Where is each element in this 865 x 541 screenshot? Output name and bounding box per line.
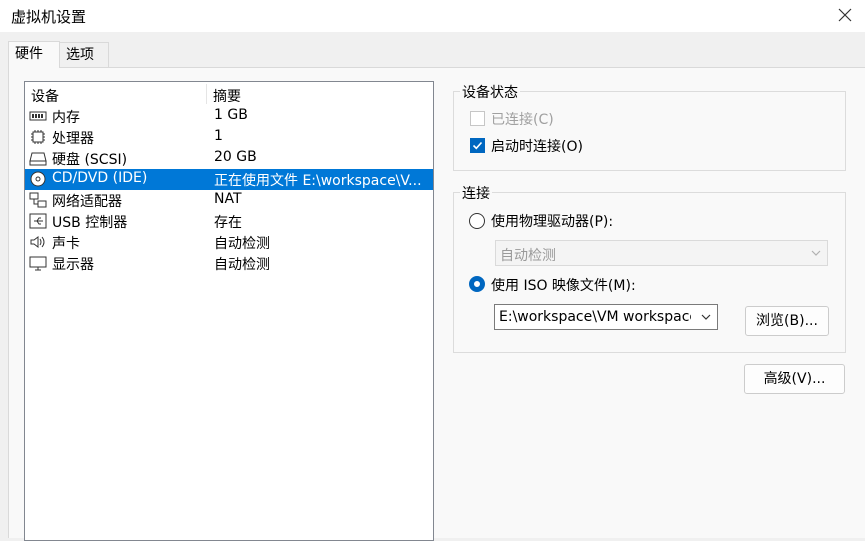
device-row-display[interactable]: 显示器 自动检测 — [25, 253, 433, 274]
tab-options-label: 选项 — [66, 47, 94, 63]
device-summary: 1 GB — [214, 107, 248, 123]
browse-button[interactable]: 浏览(B)... — [745, 306, 829, 336]
title-bar: 虚拟机设置 — [0, 0, 865, 32]
iso-path-combo[interactable]: E:\workspace\VM workspace\r — [494, 304, 718, 330]
device-list[interactable]: 设备 摘要 内存 1 GB 处理器 1 硬盘 (SCSI) 20 GB CD/D… — [24, 81, 434, 541]
column-divider[interactable] — [206, 84, 207, 104]
physical-drive-select[interactable]: 自动检测 — [495, 240, 828, 266]
connected-checkbox[interactable] — [470, 111, 485, 126]
connected-label[interactable]: 已连接(C) — [491, 109, 554, 129]
cd-dvd-icon — [30, 171, 46, 187]
device-row-cd-dvd[interactable]: CD/DVD (IDE) 正在使用文件 E:\workspace\V... — [25, 169, 433, 190]
checkmark-icon — [472, 141, 483, 150]
connect-at-power-on-label[interactable]: 启动时连接(O) — [491, 136, 583, 156]
column-header-summary[interactable]: 摘要 — [213, 86, 241, 106]
device-status-label: 设备状态 — [460, 82, 520, 102]
physical-drive-label[interactable]: 使用物理驱动器(P): — [491, 211, 613, 231]
chevron-down-icon — [701, 314, 711, 320]
physical-drive-value: 自动检测 — [500, 248, 556, 264]
chevron-down-icon — [811, 250, 821, 256]
device-name: CD/DVD (IDE) — [52, 170, 148, 186]
device-name: 网络适配器 — [52, 194, 122, 210]
device-row-sound-card[interactable]: 声卡 自动检测 — [25, 232, 433, 253]
memory-icon — [29, 111, 47, 121]
device-name: 声卡 — [52, 236, 80, 252]
hard-disk-icon — [29, 152, 47, 166]
window-title: 虚拟机设置 — [11, 8, 87, 26]
device-name: USB 控制器 — [52, 215, 128, 231]
connection-label: 连接 — [460, 183, 492, 203]
advanced-button[interactable]: 高级(V)... — [744, 364, 845, 394]
iso-path-value: E:\workspace\VM workspace\r — [499, 309, 691, 325]
device-summary: 自动检测 — [214, 257, 270, 273]
device-summary: 存在 — [214, 215, 242, 231]
device-name: 处理器 — [52, 131, 94, 147]
device-status-group: 设备状态 — [453, 82, 846, 171]
device-summary: 正在使用文件 E:\workspace\V... — [214, 173, 422, 189]
device-summary: 自动检测 — [214, 236, 270, 252]
tab-hardware[interactable]: 硬件 — [8, 41, 60, 68]
processor-icon — [31, 130, 45, 144]
sound-card-icon — [30, 236, 45, 248]
device-summary: NAT — [214, 191, 242, 207]
device-name: 硬盘 (SCSI) — [52, 152, 128, 168]
network-adapter-icon — [29, 192, 47, 208]
device-summary: 1 — [214, 128, 223, 144]
device-row-hard-disk[interactable]: 硬盘 (SCSI) 20 GB — [25, 148, 433, 169]
usb-icon — [29, 213, 47, 229]
device-summary: 20 GB — [214, 149, 257, 165]
device-row-network-adapter[interactable]: 网络适配器 NAT — [25, 190, 433, 211]
close-icon — [838, 8, 852, 22]
device-row-usb-controller[interactable]: USB 控制器 存在 — [25, 211, 433, 232]
device-name: 内存 — [52, 110, 80, 126]
connect-at-power-on-checkbox[interactable] — [470, 138, 485, 153]
device-row-processor[interactable]: 处理器 1 — [25, 127, 433, 148]
device-name: 显示器 — [52, 257, 94, 273]
device-list-header: 设备 摘要 — [25, 82, 433, 106]
close-button[interactable] — [830, 2, 860, 28]
device-row-memory[interactable]: 内存 1 GB — [25, 106, 433, 127]
iso-image-label[interactable]: 使用 ISO 映像文件(M): — [491, 275, 636, 295]
display-icon — [29, 256, 47, 271]
column-header-device[interactable]: 设备 — [31, 86, 59, 106]
physical-drive-radio[interactable] — [469, 213, 485, 229]
tab-options[interactable]: 选项 — [59, 42, 109, 67]
tab-hardware-label: 硬件 — [15, 46, 43, 62]
iso-image-radio[interactable] — [469, 276, 485, 292]
